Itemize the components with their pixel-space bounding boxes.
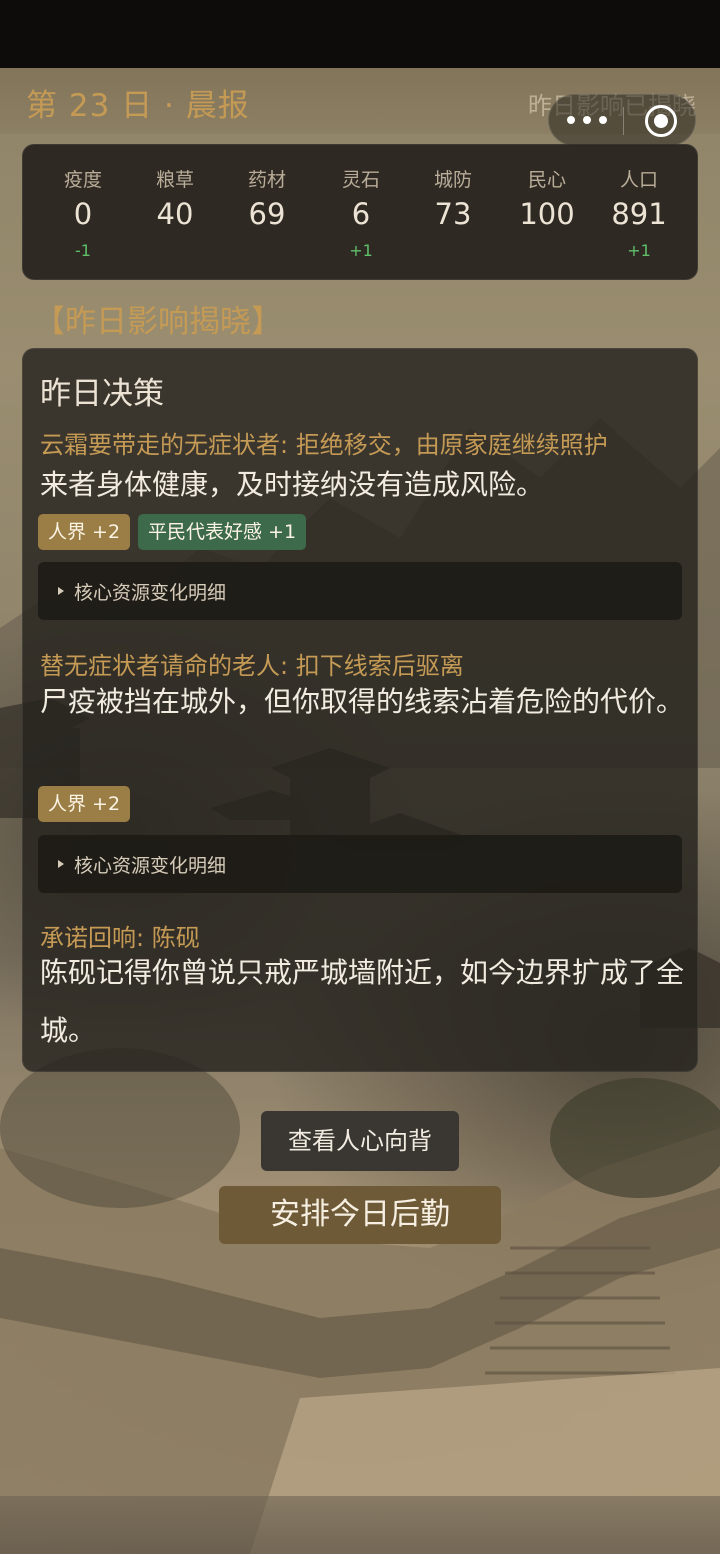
stat-value: 0 <box>73 197 93 231</box>
stat-value: 73 <box>434 197 472 231</box>
stat-label: 疫度 <box>63 169 102 191</box>
stat-value: 69 <box>248 197 286 231</box>
detail-label: 核心资源变化明细 <box>74 855 227 877</box>
view-sentiment-button[interactable]: 查看人心向背 <box>261 1111 459 1171</box>
miniprogram-capsule <box>548 94 696 146</box>
effect-tag: 人界 +2 <box>38 514 131 550</box>
caret-right-icon <box>58 860 64 868</box>
target-close-icon[interactable] <box>645 105 677 137</box>
effect-tag: 平民代表好感 +1 <box>138 514 307 550</box>
resource-detail-toggle[interactable]: 核心资源变化明细 <box>38 562 682 620</box>
stat-label: 人口 <box>619 169 658 191</box>
section-title: 【昨日影响揭晓】 <box>34 304 282 340</box>
detail-label: 核心资源变化明细 <box>74 582 227 604</box>
stat-value: 891 <box>611 197 667 231</box>
capsule-divider <box>623 107 624 135</box>
bottom-bar <box>0 1496 720 1554</box>
stat-delta: +1 <box>349 241 373 260</box>
card-title: 昨日决策 <box>40 376 164 412</box>
arrange-logistics-button[interactable]: 安排今日后勤 <box>219 1186 501 1244</box>
stat-value: 6 <box>351 197 371 231</box>
caret-right-icon <box>58 587 64 595</box>
promise-text: 陈砚记得你曾说只戒严城墙附近，如今边界扩成了全城。 <box>40 956 685 1047</box>
page-title: 第 23 日 · 晨报 <box>26 88 250 124</box>
stat-delta: +1 <box>627 241 651 260</box>
more-dots-icon[interactable] <box>567 109 607 131</box>
status-bar-area <box>0 0 720 68</box>
decision-result: 尸疫被挡在城外，但你取得的线索沾着危险的代价。 <box>40 685 685 718</box>
stat-value: 40 <box>156 197 194 231</box>
stat-value: 100 <box>519 197 575 231</box>
stat-label: 粮草 <box>155 169 194 191</box>
stat-label: 药材 <box>247 169 286 191</box>
decision-choice: 云霜要带走的无症状者: 拒绝移交，由原家庭继续照护 <box>40 431 608 459</box>
decision-result: 来者身体健康，及时接纳没有造成风险。 <box>40 468 545 501</box>
stat-label: 民心 <box>527 169 566 191</box>
resource-stats-panel: 疫度 0 -1 粮草 40 药材 69 灵石 6 +1 城防 73 民心 100… <box>22 144 698 280</box>
stat-delta: -1 <box>75 241 91 260</box>
effect-tag: 人界 +2 <box>38 786 131 822</box>
stat-label: 灵石 <box>341 169 380 191</box>
stat-label: 城防 <box>433 169 472 191</box>
resource-detail-toggle[interactable]: 核心资源变化明细 <box>38 835 682 893</box>
